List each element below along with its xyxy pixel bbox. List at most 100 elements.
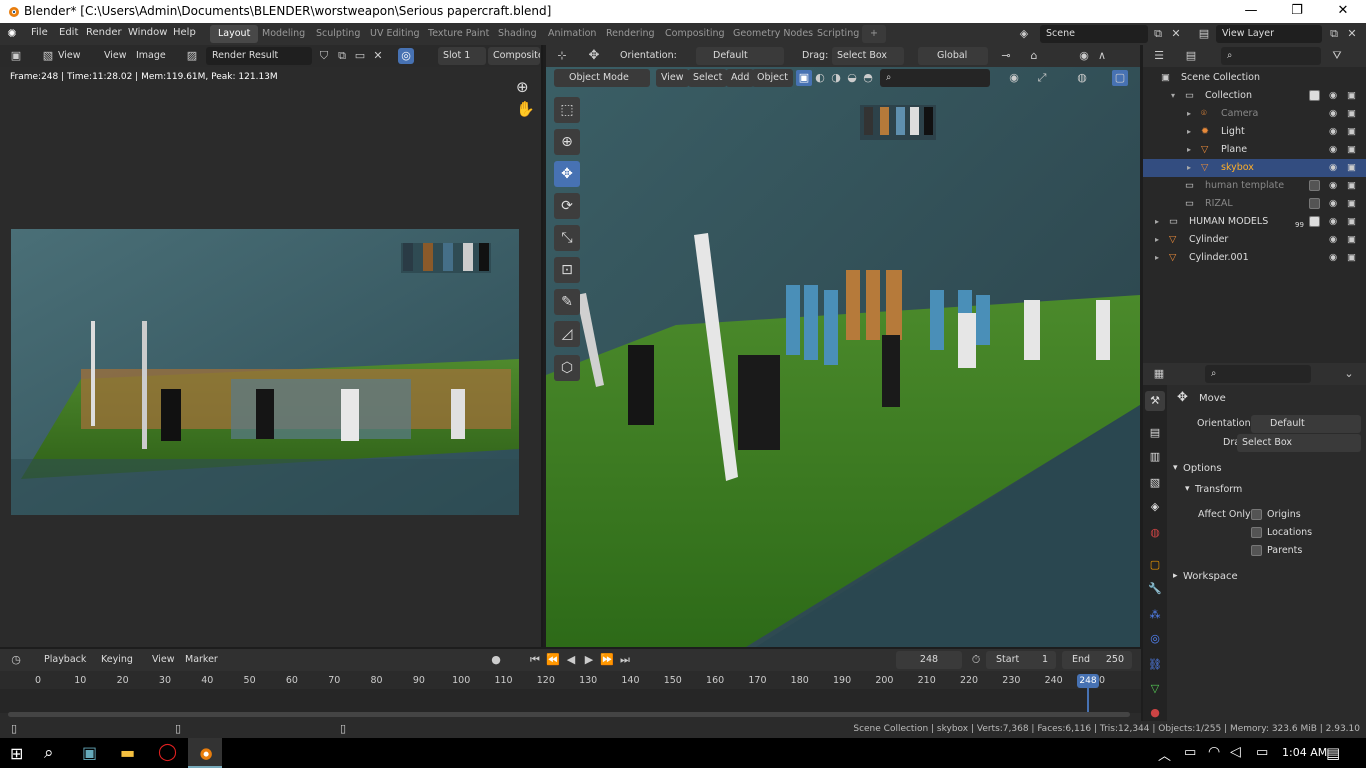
pan-hand-icon[interactable]: ✋	[516, 100, 535, 118]
tab-compositing[interactable]: Compositing	[657, 25, 733, 43]
outliner-row[interactable]: ▭ RIZAL ◉ ▣	[1143, 195, 1366, 213]
select-mode-invert-icon[interactable]: ◒	[844, 70, 860, 86]
display-mode-icon[interactable]: ▤	[1183, 48, 1199, 64]
menu-image[interactable]: Image	[136, 47, 166, 65]
area-divider[interactable]	[541, 45, 543, 647]
blender-taskbar-button[interactable]	[188, 738, 222, 768]
world-tab-icon[interactable]: ◍	[1145, 523, 1165, 543]
transform-orientation-dropdown[interactable]: Global	[918, 47, 988, 65]
expand-toggle-icon[interactable]: ▸	[1155, 249, 1159, 267]
render-toggle-icon[interactable]: ▣	[1347, 213, 1356, 231]
gizmo-icon[interactable]: ◎	[398, 48, 414, 64]
notifications-icon[interactable]: ▤	[1326, 744, 1340, 762]
annotate-tool[interactable]: ✎	[554, 289, 580, 315]
eye-icon[interactable]: ◉	[1329, 213, 1337, 231]
remove-view-layer-icon[interactable]: ✕	[1344, 26, 1360, 42]
object-tab-icon[interactable]: ▢	[1145, 555, 1165, 575]
render-toggle-icon[interactable]: ▣	[1347, 195, 1356, 213]
eye-icon[interactable]: ◉	[1329, 105, 1337, 123]
material-tab-icon[interactable]: ●	[1145, 703, 1165, 723]
origins-checkbox[interactable]	[1251, 509, 1262, 520]
outliner-row[interactable]: ▸ ▽ Plane ◉ ▣	[1143, 141, 1366, 159]
render-toggle-icon[interactable]: ▣	[1347, 177, 1356, 195]
tab-layout[interactable]: Layout	[210, 25, 259, 43]
menu-edit[interactable]: Edit	[59, 27, 78, 38]
transform-tool[interactable]: ⊡	[554, 257, 580, 283]
editor-type-icon[interactable]: ▦	[1151, 366, 1167, 382]
tab-texture-paint[interactable]: Texture Paint	[420, 25, 497, 43]
outliner-search-field[interactable]: ⌕	[1221, 47, 1321, 65]
editor-type-icon[interactable]: ⊹	[554, 48, 570, 64]
eye-icon[interactable]: ◉	[1329, 195, 1337, 213]
playhead-handle[interactable]: 248	[1077, 674, 1099, 688]
locations-checkbox[interactable]	[1251, 527, 1262, 538]
add-cube-tool[interactable]: ⬡	[554, 355, 580, 381]
view-layer-field[interactable]: View Layer	[1216, 25, 1322, 43]
scene-tab-icon[interactable]: ◈	[1145, 497, 1165, 517]
menu-add[interactable]: Add	[726, 69, 755, 87]
image-view-mode-icon[interactable]: ▧	[40, 48, 56, 64]
image-browse-icon[interactable]: ▨	[184, 48, 200, 64]
xray-icon[interactable]: ▢	[1112, 70, 1128, 86]
timeline-track[interactable]	[0, 689, 1141, 713]
expand-toggle-icon[interactable]: ▸	[1187, 123, 1191, 141]
menu-render[interactable]: Render	[86, 27, 122, 38]
tab-modeling[interactable]: Modeling	[254, 25, 313, 43]
outliner-row[interactable]: ▸ ▭ HUMAN MODELS 99 ◉ ▣	[1143, 213, 1366, 231]
jump-start-icon[interactable]: ⏮	[527, 652, 543, 668]
measure-tool[interactable]: ◿	[554, 321, 580, 347]
opera-browser-icon[interactable]: ◯	[158, 742, 177, 762]
eye-icon[interactable]: ◉	[1329, 141, 1337, 159]
start-frame-field[interactable]: Start 1	[986, 651, 1056, 669]
add-workspace-button[interactable]: +	[862, 25, 886, 43]
properties-options-icon[interactable]: ⌄	[1341, 366, 1357, 382]
transform-expander-icon[interactable]: ▾	[1185, 484, 1190, 494]
layer-dropdown[interactable]: Composite	[488, 47, 540, 65]
eye-icon[interactable]: ◉	[1329, 231, 1337, 249]
preview-range-icon[interactable]: ⏱	[968, 652, 984, 668]
maximize-button[interactable]: ❐	[1274, 0, 1320, 23]
tab-shading[interactable]: Shading	[490, 25, 545, 43]
outliner-row[interactable]: ▭ human template ◉ ▣	[1143, 177, 1366, 195]
menu-file[interactable]: File	[31, 27, 48, 38]
blender-menu-icon[interactable]: ✺	[4, 26, 20, 42]
play-reverse-icon[interactable]: ◀	[563, 652, 579, 668]
view-menu[interactable]: View	[152, 651, 175, 669]
outliner-root-row[interactable]: ▣ Scene Collection	[1143, 69, 1366, 87]
proportional-edit-icon[interactable]: ◉	[1076, 48, 1092, 64]
language-icon[interactable]: ▭	[1256, 745, 1268, 760]
tab-rendering[interactable]: Rendering	[598, 25, 663, 43]
unlink-image-icon[interactable]: ✕	[370, 48, 386, 64]
expand-toggle-icon[interactable]: ▸	[1155, 213, 1159, 231]
exclude-checkbox[interactable]	[1309, 216, 1320, 227]
cursor-tool[interactable]: ⊕	[554, 129, 580, 155]
options-expander-icon[interactable]: ▾	[1173, 463, 1178, 473]
exclude-checkbox[interactable]	[1309, 198, 1320, 209]
next-keyframe-icon[interactable]: ⏩	[599, 652, 615, 668]
render-toggle-icon[interactable]: ▣	[1347, 159, 1356, 177]
wifi-icon[interactable]: ◠	[1208, 744, 1220, 760]
menu-view[interactable]: View	[104, 47, 127, 65]
current-frame-field[interactable]: 248	[896, 651, 962, 669]
zoom-icon[interactable]: ⊕	[516, 78, 529, 96]
tab-uv-editing[interactable]: UV Editing	[362, 25, 428, 43]
editor-type-icon[interactable]: ▣	[8, 48, 24, 64]
search-icon[interactable]: ⌕	[44, 743, 54, 763]
render-toggle-icon[interactable]: ▣	[1347, 249, 1356, 267]
render-tab-icon[interactable]: ▤	[1145, 423, 1165, 443]
gizmos-icon[interactable]: ⤢	[1034, 70, 1050, 86]
fake-user-icon[interactable]: ⛉	[316, 48, 332, 64]
timeline-scrollbar[interactable]	[8, 712, 1130, 717]
3d-viewport[interactable]: ⊹ ✥ Orientation: Default Drag: Select Bo…	[546, 45, 1140, 647]
data-tab-icon[interactable]: ▽	[1145, 679, 1165, 699]
render-toggle-icon[interactable]: ▣	[1347, 105, 1356, 123]
expand-toggle-icon[interactable]: ▸	[1187, 159, 1191, 177]
menu-help[interactable]: Help	[173, 27, 196, 38]
rotate-tool[interactable]: ⟳	[554, 193, 580, 219]
marker-menu[interactable]: Marker	[185, 651, 218, 669]
outliner-row[interactable]: ▾ ▭ Collection ◉ ▣	[1143, 87, 1366, 105]
file-explorer-icon[interactable]: ▬	[120, 743, 135, 762]
tab-geometry-nodes[interactable]: Geometry Nodes	[725, 25, 821, 43]
slot-dropdown[interactable]: Slot 1	[438, 47, 486, 65]
drag-dropdown[interactable]: Select Box	[1237, 434, 1361, 452]
